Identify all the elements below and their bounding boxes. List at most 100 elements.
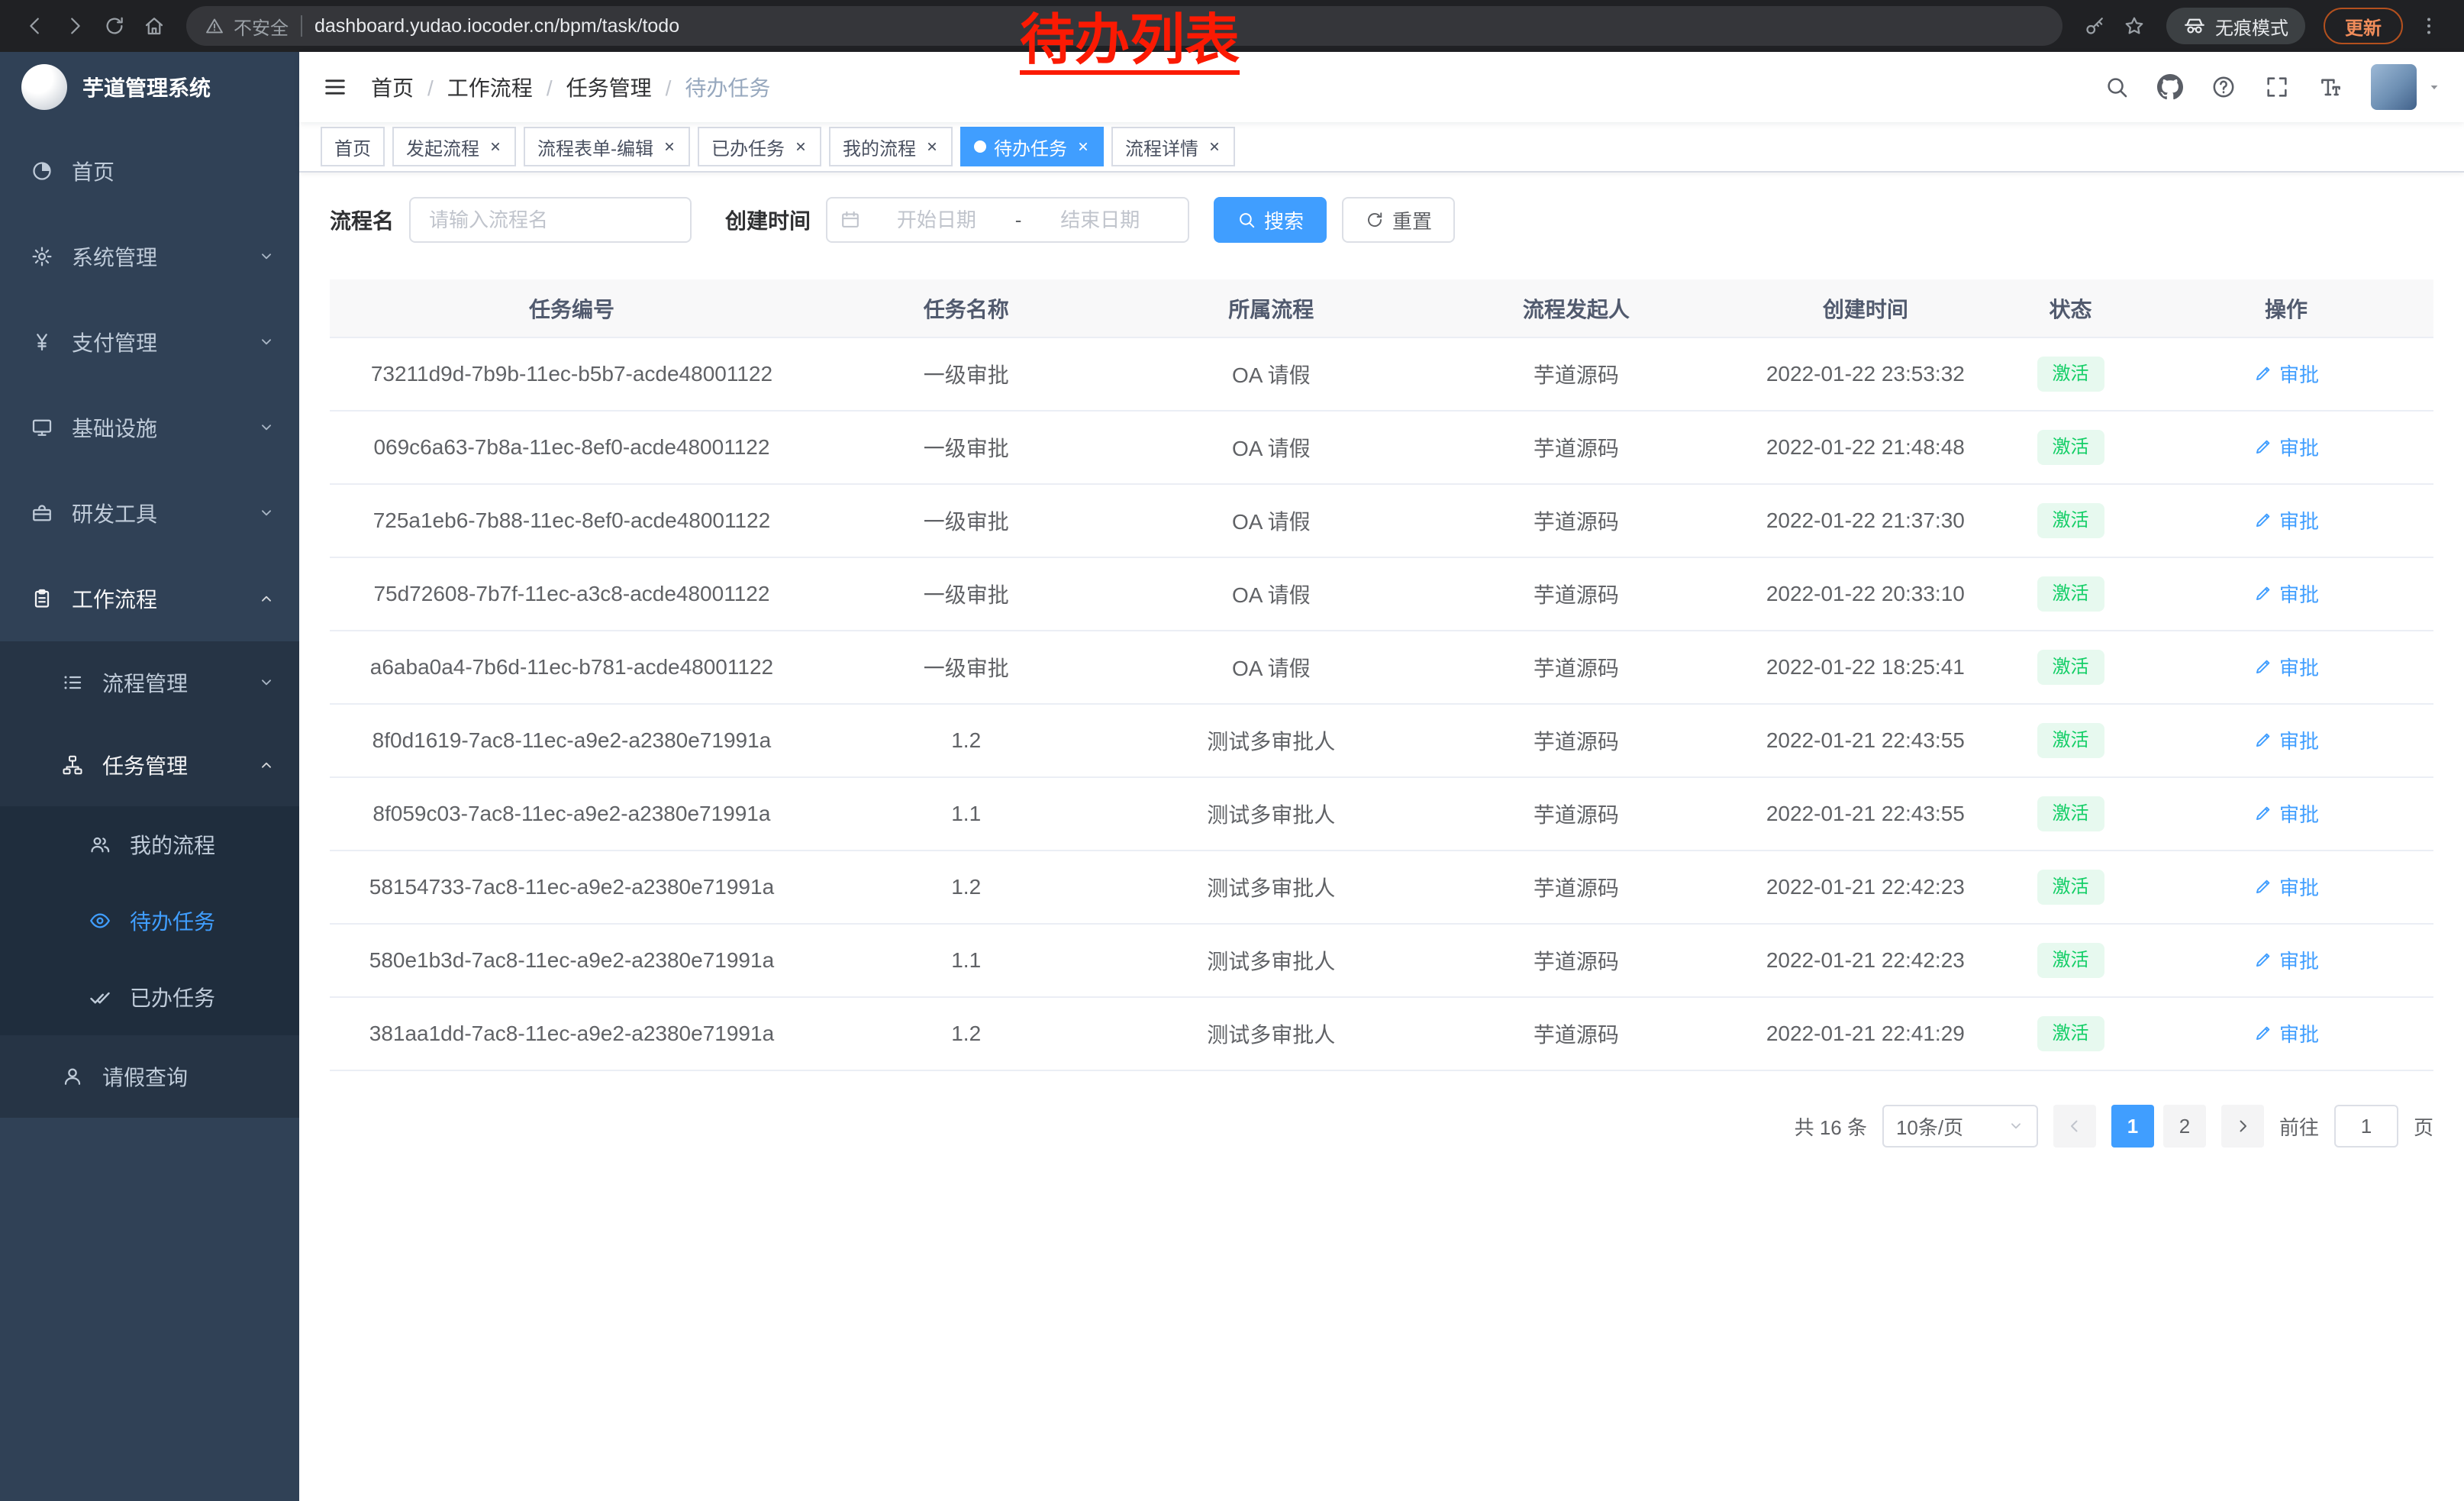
approve-link[interactable]: 审批 (2253, 946, 2319, 974)
edit-icon (2253, 657, 2273, 676)
breadcrumb-item[interactable]: 首页 (371, 72, 447, 102)
sidebar-item[interactable]: 研发工具 (0, 470, 299, 556)
forward-button[interactable] (55, 6, 95, 46)
app-logo[interactable]: 芋道管理系统 (0, 52, 299, 122)
close-tab-icon[interactable] (663, 140, 676, 153)
home-button[interactable] (134, 6, 174, 46)
close-tab-icon[interactable] (925, 140, 939, 153)
close-tab-icon[interactable] (489, 140, 502, 153)
view-tab[interactable]: 流程表单-编辑 (524, 127, 690, 166)
task-id-cell: 580e1b3d-7ac8-11ec-a9e2-a2380e71991a (330, 924, 814, 997)
page-number-button[interactable]: 1 (2111, 1105, 2154, 1148)
page-size-select[interactable]: 10条/页 (1882, 1105, 2038, 1148)
sidebar-item[interactable]: 工作流程 (0, 556, 299, 641)
prev-page-button[interactable] (2053, 1105, 2096, 1148)
task-name-cell: 一级审批 (814, 411, 1119, 484)
action-cell: 审批 (2139, 337, 2433, 411)
task-name-cell: 一级审批 (814, 337, 1119, 411)
approve-link[interactable]: 审批 (2253, 1019, 2319, 1047)
goto-page-input[interactable] (2334, 1105, 2398, 1148)
status-badge: 激活 (2037, 796, 2104, 831)
table-column-header: 创建时间 (1729, 279, 2002, 337)
process-cell: 测试多审批人 (1119, 777, 1424, 851)
fullscreen-button[interactable] (2252, 65, 2302, 109)
sidebar-item[interactable]: 首页 (0, 128, 299, 214)
status-badge: 激活 (2037, 723, 2104, 758)
action-cell: 审批 (2139, 924, 2433, 997)
security-label[interactable]: 不安全 (234, 13, 289, 40)
breadcrumb-item[interactable]: 工作流程 (447, 72, 566, 102)
approve-link[interactable]: 审批 (2253, 873, 2319, 901)
submenu-chevron-icon (258, 674, 275, 691)
edit-icon (2253, 803, 2273, 823)
approve-link[interactable]: 审批 (2253, 579, 2319, 608)
tabs-bar: 首页 发起流程 流程表单-编辑 (299, 122, 2464, 173)
header-search-button[interactable] (2091, 65, 2142, 109)
sidebar-item[interactable]: 已办任务 (0, 959, 299, 1035)
back-button[interactable] (15, 6, 55, 46)
sidebar-item[interactable]: 基础设施 (0, 385, 299, 470)
date-range-picker[interactable]: - (826, 197, 1189, 243)
search-button[interactable]: 搜索 (1214, 197, 1327, 243)
approve-link-label: 审批 (2279, 506, 2319, 534)
close-tab-icon[interactable] (1076, 140, 1090, 153)
star-icon (2123, 15, 2146, 37)
tasks-table: 任务编号 任务名称 所属流程 流程发起人 创建时间 状态 (330, 279, 2433, 1071)
task-name-cell: 1.2 (814, 997, 1119, 1070)
breadcrumb-item[interactable]: 任务管理 (566, 72, 685, 102)
help-button[interactable] (2198, 65, 2249, 109)
bookmark-star-button[interactable] (2114, 6, 2154, 46)
github-button[interactable] (2145, 65, 2195, 109)
approve-link[interactable]: 审批 (2253, 799, 2319, 828)
address-bar[interactable]: 不安全 dashboard.yudao.iocoder.cn/bpm/task/… (186, 6, 2062, 46)
font-size-button[interactable] (2305, 65, 2356, 109)
close-tab-icon[interactable] (794, 140, 808, 153)
view-tab[interactable]: 已办任务 (698, 127, 821, 166)
approve-link[interactable]: 审批 (2253, 360, 2319, 388)
submenu-chevron-icon (258, 590, 275, 607)
caret-down-icon[interactable] (2426, 79, 2443, 95)
sidebar-item[interactable]: 流程管理 (0, 641, 299, 724)
end-date-input[interactable] (1024, 208, 1176, 232)
table-column-header: 所属流程 (1119, 279, 1424, 337)
approve-link[interactable]: 审批 (2253, 433, 2319, 461)
approve-link-label: 审批 (2279, 799, 2319, 828)
close-tab-icon[interactable] (1208, 140, 1221, 153)
view-tab[interactable]: 流程详情 (1111, 127, 1235, 166)
view-tab[interactable]: 发起流程 (392, 127, 516, 166)
reload-button[interactable] (95, 6, 134, 46)
sidebar-item[interactable]: 任务管理 (0, 724, 299, 806)
status-badge: 激活 (2037, 357, 2104, 392)
sidebar-item[interactable]: 请假查询 (0, 1035, 299, 1118)
start-date-input[interactable] (861, 208, 1012, 232)
reset-button[interactable]: 重置 (1342, 197, 1455, 243)
page-number-button[interactable]: 2 (2163, 1105, 2206, 1148)
process-list-icon (61, 671, 84, 694)
view-tab[interactable]: 待办任务 (960, 127, 1104, 166)
user-avatar[interactable] (2371, 64, 2417, 110)
sidebar-item[interactable]: 待办任务 (0, 883, 299, 959)
approve-link[interactable]: 审批 (2253, 506, 2319, 534)
update-button[interactable]: 更新 (2324, 8, 2403, 44)
process-cell: OA 请假 (1119, 557, 1424, 631)
approve-link[interactable]: 审批 (2253, 653, 2319, 681)
initiator-cell: 芋道源码 (1424, 631, 1729, 704)
view-tab[interactable]: 首页 (321, 127, 385, 166)
process-name-input[interactable] (409, 197, 692, 243)
table-row: 069c6a63-7b8a-11ec-8ef0-acde48001122 一级审… (330, 411, 2433, 484)
next-page-button[interactable] (2221, 1105, 2264, 1148)
key-button[interactable] (2075, 6, 2114, 46)
view-tab[interactable]: 我的流程 (829, 127, 953, 166)
chevron-down-icon (2008, 1118, 2024, 1135)
approve-link[interactable]: 审批 (2253, 726, 2319, 754)
sidebar-item[interactable]: 系统管理 (0, 214, 299, 299)
sidebar-toggle-button[interactable] (299, 52, 371, 122)
table-row: 725a1eb6-7b88-11ec-8ef0-acde48001122 一级审… (330, 484, 2433, 557)
status-cell: 激活 (2002, 484, 2139, 557)
breadcrumb-item[interactable]: 待办任务 (685, 72, 770, 102)
sidebar-item[interactable]: 支付管理 (0, 299, 299, 385)
initiator-cell: 芋道源码 (1424, 777, 1729, 851)
browser-chrome: 不安全 dashboard.yudao.iocoder.cn/bpm/task/… (0, 0, 2464, 52)
sidebar-item[interactable]: 我的流程 (0, 806, 299, 883)
browser-menu-button[interactable] (2409, 6, 2449, 46)
